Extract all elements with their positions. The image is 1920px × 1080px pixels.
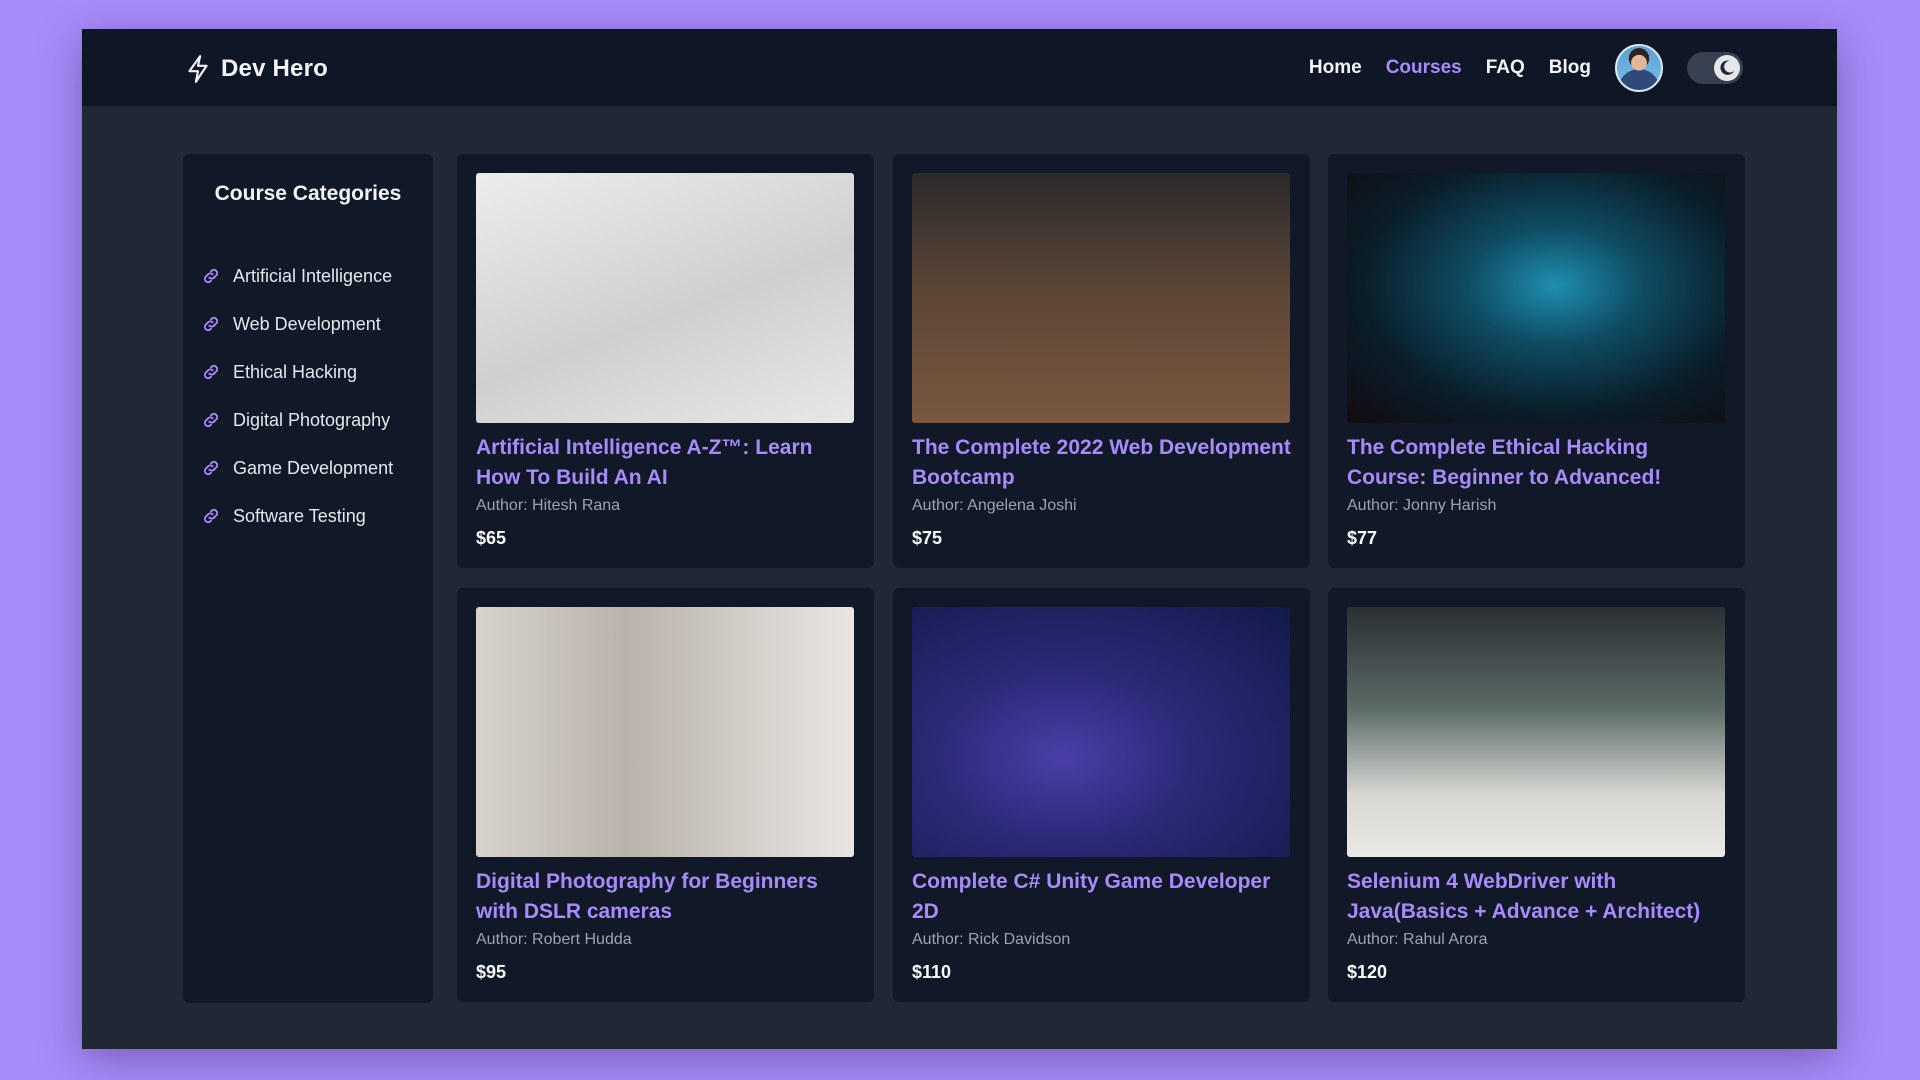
- sidebar-item-label: Web Development: [233, 313, 381, 334]
- course-card[interactable]: Digital Photography for Beginners with D…: [457, 588, 874, 1002]
- cyber-screen-image[interactable]: [1347, 173, 1725, 423]
- link-icon: [201, 458, 221, 478]
- robot-hand-image[interactable]: [476, 173, 854, 423]
- navbar: Dev Hero Home Courses FAQ Blog: [82, 29, 1837, 106]
- sidebar-item-web-development[interactable]: Web Development: [201, 300, 393, 348]
- laptop-desk-image[interactable]: [912, 173, 1290, 423]
- course-author: Author: Robert Hudda: [476, 931, 632, 948]
- user-avatar[interactable]: [1615, 44, 1663, 92]
- link-icon: [201, 506, 221, 526]
- category-list: Artificial Intelligence Web Development Et…: [201, 252, 393, 540]
- link-icon: [201, 314, 221, 334]
- course-title[interactable]: Complete C# Unity Game Developer 2D: [912, 867, 1297, 927]
- link-icon: [201, 362, 221, 382]
- course-title[interactable]: The Complete Ethical Hacking Course: Beg…: [1347, 433, 1732, 493]
- course-author: Author: Hitesh Rana: [476, 497, 621, 514]
- sidebar-item-label: Software Testing: [233, 505, 366, 526]
- app-window: Dev Hero Home Courses FAQ Blog Course Ca…: [82, 29, 1837, 1049]
- course-title[interactable]: Digital Photography for Beginners with D…: [476, 867, 861, 927]
- course-categories-sidebar: Course Categories Artificial Intelligenc…: [183, 154, 433, 1003]
- control-room-image[interactable]: [1347, 607, 1725, 857]
- moon-icon: [1714, 55, 1740, 81]
- course-card[interactable]: The Complete Ethical Hacking Course: Beg…: [1328, 154, 1745, 568]
- course-card[interactable]: Complete C# Unity Game Developer 2D Autho…: [893, 588, 1310, 1002]
- sidebar-item-label: Digital Photography: [233, 409, 391, 430]
- nav-faq-link[interactable]: FAQ: [1486, 57, 1525, 79]
- sidebar-item-game-development[interactable]: Game Development: [201, 444, 393, 492]
- theme-toggle[interactable]: [1687, 52, 1743, 84]
- dslr-camera-image[interactable]: [476, 607, 854, 857]
- sidebar-item-ethical-hacking[interactable]: Ethical Hacking: [201, 348, 393, 396]
- course-title[interactable]: Selenium 4 WebDriver with Java(Basics + …: [1347, 867, 1732, 927]
- course-price: $77: [1347, 528, 1378, 548]
- sidebar-item-software-testing[interactable]: Software Testing: [201, 492, 393, 540]
- course-title[interactable]: The Complete 2022 Web Development Bootca…: [912, 433, 1297, 493]
- keyboard-image[interactable]: [912, 607, 1290, 857]
- sidebar-title: Course Categories: [214, 182, 402, 205]
- sidebar-item-artificial-intelligence[interactable]: Artificial Intelligence: [201, 252, 393, 300]
- nav-home-link[interactable]: Home: [1309, 57, 1362, 79]
- course-card[interactable]: The Complete 2022 Web Development Bootca…: [893, 154, 1310, 568]
- course-price: $65: [476, 528, 507, 548]
- sidebar-item-label: Ethical Hacking: [233, 361, 358, 382]
- course-price: $75: [912, 528, 943, 548]
- course-author: Author: Rick Davidson: [912, 931, 1071, 948]
- brand[interactable]: Dev Hero: [185, 53, 328, 85]
- course-author: Author: Angelena Joshi: [912, 497, 1077, 514]
- main-nav: Home Courses FAQ Blog: [1309, 43, 1743, 93]
- nav-courses-link[interactable]: Courses: [1386, 57, 1462, 79]
- sidebar-item-label: Game Development: [233, 457, 394, 478]
- link-icon: [201, 410, 221, 430]
- brand-name: Dev Hero: [221, 55, 328, 82]
- course-title[interactable]: Artificial Intelligence A-Z™: Learn How …: [476, 433, 861, 493]
- sidebar-item-digital-photography[interactable]: Digital Photography: [201, 396, 393, 444]
- course-price: $95: [476, 962, 507, 982]
- nav-blog-link[interactable]: Blog: [1549, 57, 1591, 79]
- lightning-bolt-icon: [185, 54, 211, 84]
- course-card[interactable]: Artificial Intelligence A-Z™: Learn How …: [457, 154, 874, 568]
- course-price: $120: [1347, 962, 1388, 982]
- course-author: Author: Jonny Harish: [1347, 497, 1497, 514]
- sidebar-item-label: Artificial Intelligence: [233, 265, 393, 286]
- course-card[interactable]: Selenium 4 WebDriver with Java(Basics + …: [1328, 588, 1745, 1002]
- course-price: $110: [912, 962, 952, 982]
- course-author: Author: Rahul Arora: [1347, 931, 1488, 948]
- link-icon: [201, 266, 221, 286]
